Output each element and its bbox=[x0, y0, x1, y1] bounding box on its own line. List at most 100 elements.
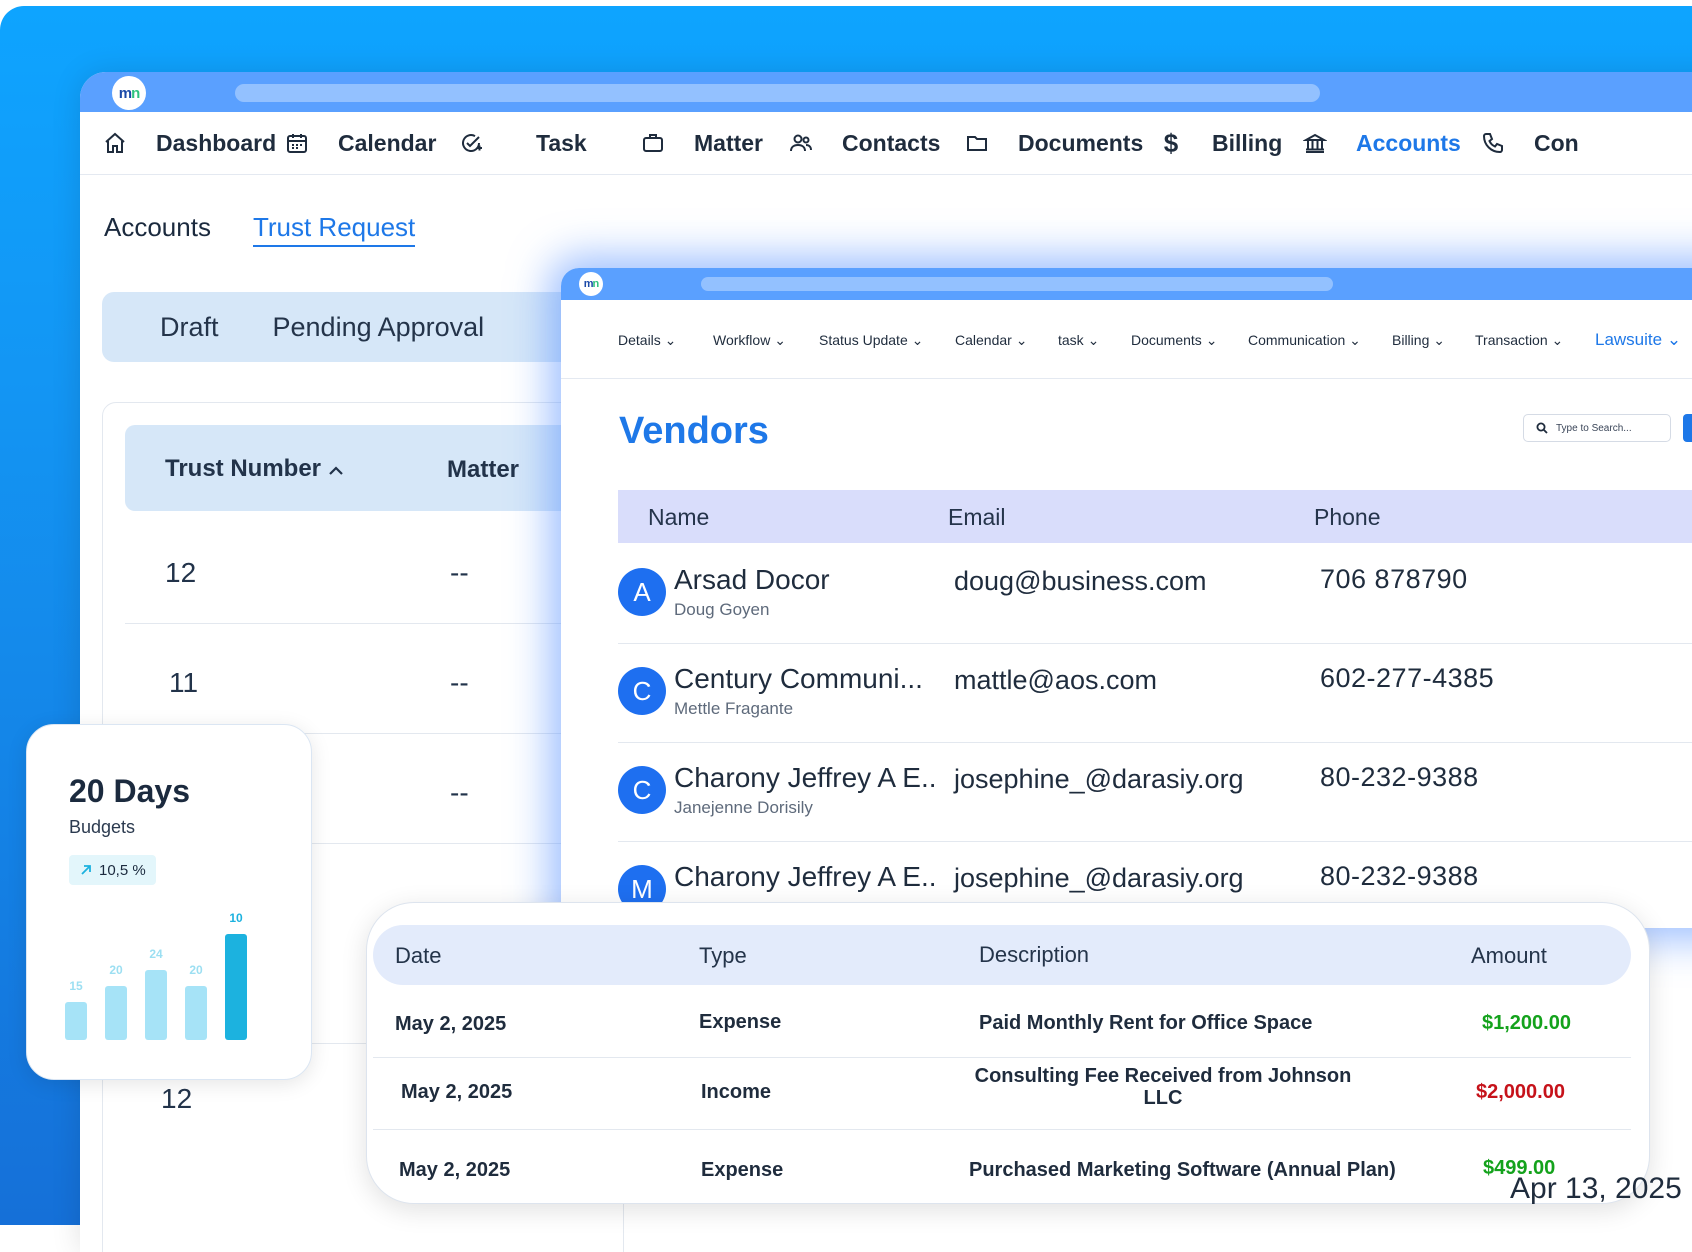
table-row[interactable]: C Charony Jeffrey A E.. Janejenne Dorisi… bbox=[618, 742, 1692, 842]
table-row[interactable]: 12 -- bbox=[125, 513, 625, 624]
column-trust-number[interactable]: Trust Number bbox=[165, 455, 321, 483]
nav-accounts-label: Accounts bbox=[1356, 129, 1461, 156]
tab-trust-request[interactable]: Trust Request bbox=[252, 212, 416, 247]
nav-billing[interactable]: Billing ⌄ bbox=[1392, 332, 1445, 349]
table-row[interactable]: C Century Communi... Mettle Fragante mat… bbox=[618, 643, 1692, 743]
vendor-name: Century Communi... bbox=[674, 663, 923, 694]
nav-documents[interactable]: Documents ⌄ bbox=[1131, 332, 1217, 349]
sub-tabs: Accounts Trust Request bbox=[104, 212, 416, 247]
task-check-icon bbox=[458, 130, 484, 156]
budget-bar-label: 10 bbox=[229, 911, 243, 925]
vendor-email: mattle@aos.com bbox=[954, 665, 1157, 695]
tx-date: May 2, 2025 bbox=[395, 1013, 507, 1035]
transactions-header: Date Type Description Amount bbox=[373, 925, 1631, 985]
phone-icon bbox=[1480, 130, 1506, 156]
trust-table-header: Trust Number Matter bbox=[125, 425, 625, 511]
vendor-phone: 80-232-9388 bbox=[1320, 762, 1479, 792]
vendor-email: doug@business.com bbox=[954, 566, 1207, 596]
nav-matter-label: Matter bbox=[694, 129, 764, 156]
table-row[interactable]: May 2, 2025 Income Consulting Fee Receiv… bbox=[373, 1057, 1631, 1130]
nav-documents-label: Documents bbox=[1018, 129, 1144, 156]
budget-bar-label: 20 bbox=[189, 963, 203, 977]
trust-matter: -- bbox=[450, 777, 469, 808]
search-icon bbox=[1536, 422, 1548, 434]
dollar-icon: $ bbox=[1163, 127, 1179, 158]
nav-status-update[interactable]: Status Update ⌄ bbox=[819, 332, 923, 349]
search-input[interactable]: Type to Search... bbox=[1523, 414, 1671, 442]
nav-task[interactable]: task ⌄ bbox=[1058, 332, 1099, 349]
budget-bar-label: 15 bbox=[69, 979, 83, 993]
nav-accounts[interactable]: Accounts bbox=[1302, 130, 1461, 157]
budget-bar bbox=[185, 986, 207, 1040]
budget-bar-label: 20 bbox=[109, 963, 123, 977]
bank-icon bbox=[1302, 130, 1328, 156]
nav-task-label: Task bbox=[536, 129, 587, 156]
table-row[interactable]: A Arsad Docor Doug Goyen doug@business.c… bbox=[618, 544, 1692, 644]
app-logo: mn bbox=[112, 76, 146, 110]
sort-up-icon[interactable] bbox=[327, 457, 345, 485]
nav-documents[interactable]: Documents bbox=[964, 130, 1143, 157]
main-nav-bar: Dashboard Calendar Task Matter Contacts bbox=[80, 112, 1692, 175]
column-type[interactable]: Type bbox=[699, 943, 747, 969]
trust-number: 12 bbox=[161, 1083, 193, 1114]
nav-calendar[interactable]: Calendar ⌄ bbox=[955, 332, 1027, 349]
trust-number: 11 bbox=[169, 667, 199, 698]
tx-description: Purchased Marketing Software (Annual Pla… bbox=[969, 1159, 1396, 1181]
background-date: Apr 13, 2025 bbox=[1510, 1172, 1682, 1205]
column-name[interactable]: Name bbox=[648, 504, 709, 531]
vendor-contact: Janejenne Dorisily bbox=[674, 798, 813, 817]
vendor-contact: Doug Goyen bbox=[674, 600, 770, 619]
avatar: C bbox=[618, 766, 666, 814]
nav-contacts[interactable]: Contacts bbox=[788, 130, 940, 157]
column-email[interactable]: Email bbox=[948, 504, 1006, 531]
tx-amount: $2,000.00 bbox=[1476, 1081, 1565, 1103]
nav-contact-more-label: Con bbox=[1534, 129, 1579, 156]
nav-contact-more[interactable]: Con bbox=[1480, 130, 1579, 157]
table-row[interactable]: 11 -- bbox=[125, 623, 625, 734]
status-tabs: Draft Pending Approval bbox=[102, 292, 622, 362]
column-date[interactable]: Date bbox=[395, 943, 441, 969]
budget-bar bbox=[105, 986, 127, 1040]
contacts-icon bbox=[788, 130, 814, 156]
nav-task[interactable]: Task bbox=[458, 130, 587, 157]
nav-calendar[interactable]: Calendar bbox=[284, 130, 436, 157]
address-bar[interactable] bbox=[235, 84, 1320, 102]
nav-lawsuite[interactable]: Lawsuite ⌄ bbox=[1595, 330, 1681, 350]
tab-accounts[interactable]: Accounts bbox=[104, 212, 211, 247]
nav-dashboard[interactable]: Dashboard bbox=[102, 130, 276, 157]
column-amount[interactable]: Amount bbox=[1471, 943, 1547, 969]
nav-transaction[interactable]: Transaction ⌄ bbox=[1475, 332, 1563, 349]
address-bar[interactable] bbox=[701, 277, 1333, 291]
column-matter[interactable]: Matter bbox=[447, 456, 519, 484]
calendar-icon bbox=[284, 130, 310, 156]
nav-workflow[interactable]: Workflow ⌄ bbox=[713, 332, 786, 349]
table-row[interactable]: May 2, 2025 Expense Purchased Marketing … bbox=[373, 1129, 1631, 1201]
nav-matter[interactable]: Matter bbox=[640, 130, 763, 157]
nav-billing[interactable]: $ Billing bbox=[1158, 127, 1283, 158]
main-title-bar: mn bbox=[80, 72, 1692, 112]
nav-dashboard-label: Dashboard bbox=[156, 129, 277, 156]
tab-pending-approval[interactable]: Pending Approval bbox=[273, 312, 485, 343]
vendors-table-header: Name Email Phone bbox=[618, 490, 1692, 543]
transactions-card: Date Type Description Amount May 2, 2025… bbox=[366, 902, 1650, 1204]
column-description[interactable]: Description bbox=[979, 942, 1089, 968]
budget-card: 20 Days Budgets 10,5 % 15 20 24 20 10 bbox=[26, 724, 312, 1080]
page-title: Vendors bbox=[619, 410, 769, 452]
table-row[interactable]: May 2, 2025 Expense Paid Monthly Rent fo… bbox=[373, 985, 1631, 1058]
budget-bar-label: 24 bbox=[149, 947, 163, 961]
tx-description: Consulting Fee Received from Johnson LLC bbox=[974, 1065, 1352, 1109]
vendor-name: Arsad Docor bbox=[674, 564, 830, 595]
briefcase-icon bbox=[640, 130, 666, 156]
search-button[interactable] bbox=[1683, 414, 1692, 442]
folder-icon bbox=[964, 130, 990, 156]
tab-draft[interactable]: Draft bbox=[160, 312, 219, 343]
nav-billing-label: Billing bbox=[1212, 129, 1283, 156]
nav-details[interactable]: Details ⌄ bbox=[618, 332, 676, 349]
search-placeholder: Type to Search... bbox=[1556, 422, 1632, 434]
column-phone[interactable]: Phone bbox=[1314, 504, 1381, 531]
tx-type: Expense bbox=[701, 1159, 784, 1181]
tx-type: Income bbox=[701, 1081, 772, 1103]
vendors-title-bar: mn bbox=[561, 268, 1692, 300]
nav-communication[interactable]: Communication ⌄ bbox=[1248, 332, 1361, 349]
app-logo: mn bbox=[579, 272, 603, 296]
